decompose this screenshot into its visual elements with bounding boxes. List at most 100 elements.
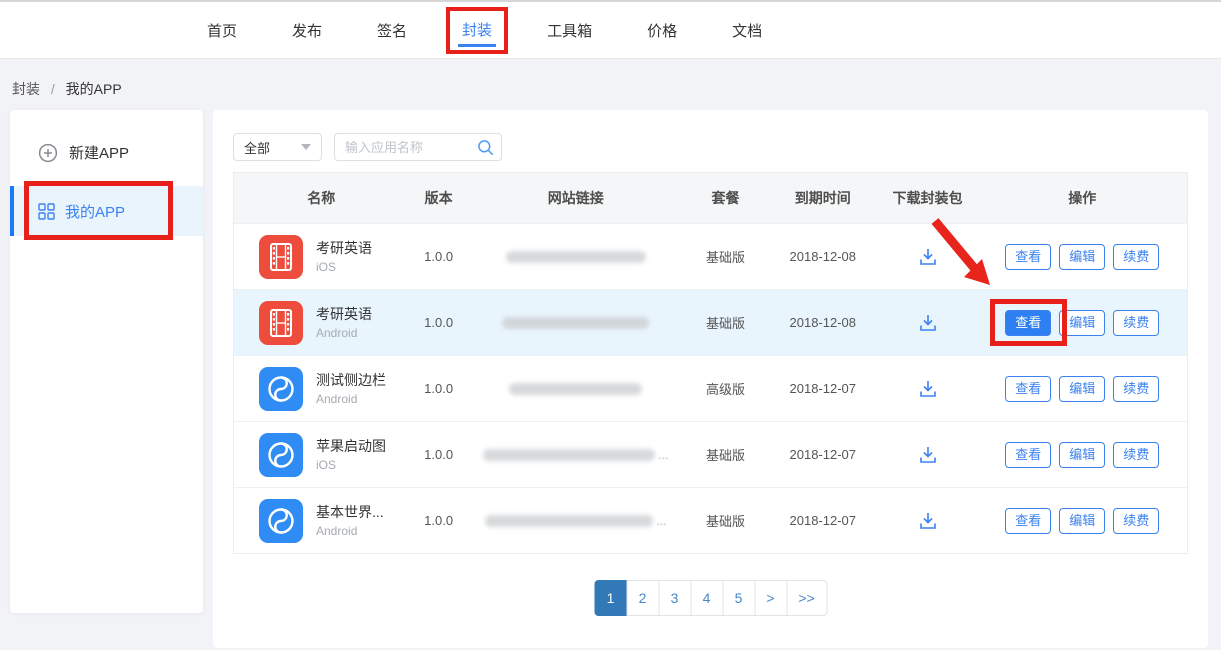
active-tab-underline: [458, 44, 496, 47]
app-name: 考研英语: [316, 306, 372, 323]
app-name: 考研英语: [316, 240, 372, 257]
download-icon[interactable]: [917, 246, 939, 268]
main-nav: 首页 发布 签名 封装 工具箱 价格 文档: [207, 2, 762, 58]
redacted-link: [502, 317, 649, 329]
sidebar-item-my-app[interactable]: 我的APP: [10, 186, 203, 236]
tab-docs[interactable]: 文档: [732, 20, 762, 41]
app-plan: 基础版: [683, 247, 768, 266]
film-app-icon: [259, 235, 303, 279]
download-icon[interactable]: [917, 444, 939, 466]
sidebar-item-new-app[interactable]: 新建APP: [38, 142, 129, 163]
renew-button[interactable]: 续费: [1113, 508, 1159, 534]
view-button[interactable]: 查看: [1005, 376, 1051, 402]
plus-circle-icon: [38, 143, 58, 163]
app-plan: 基础版: [683, 511, 768, 530]
view-button[interactable]: 查看: [1005, 442, 1051, 468]
redacted-link: [485, 515, 653, 527]
redacted-link: [509, 383, 642, 395]
renew-button[interactable]: 续费: [1113, 244, 1159, 270]
pagination: 1 2 3 4 5 > >>: [594, 580, 827, 616]
category-select[interactable]: 全部: [233, 133, 322, 161]
breadcrumb-current: 我的APP: [66, 81, 122, 97]
table-row: 基本世界... Android 1.0.0 ... 基础版 2018-12-07: [234, 487, 1187, 553]
table-row: 考研英语 iOS 1.0.0 基础版 2018-12-08 查看: [234, 223, 1187, 289]
page-button-3[interactable]: 3: [658, 580, 691, 616]
s-logo-app-icon: [259, 499, 303, 543]
top-header: 首页 发布 签名 封装 工具箱 价格 文档: [0, 0, 1221, 59]
app-expire-date: 2018-12-07: [768, 513, 878, 528]
grid-icon: [38, 203, 55, 220]
app-table: 名称 版本 网站链接 套餐 到期时间 下载封装包 操作: [233, 172, 1188, 554]
app-name: 基本世界...: [316, 504, 384, 521]
app-expire-date: 2018-12-08: [768, 315, 878, 330]
app-expire-date: 2018-12-07: [768, 381, 878, 396]
annotation-box-package-tab: 封装: [446, 7, 508, 54]
breadcrumb-separator: /: [51, 81, 55, 97]
app-platform: Android: [316, 524, 384, 538]
page-button-2[interactable]: 2: [626, 580, 659, 616]
col-header-link: 网站链接: [469, 188, 684, 208]
app-plan: 高级版: [683, 379, 768, 398]
main-panel: 全部 名称 版本 网站链接 套餐 到期时间 下载封装包 操作: [213, 110, 1208, 648]
col-header-actions: 操作: [977, 188, 1187, 208]
redacted-link-ellipsis: ...: [656, 514, 666, 528]
page-button-4[interactable]: 4: [690, 580, 723, 616]
col-header-expire: 到期时间: [768, 188, 878, 208]
page-button-5[interactable]: 5: [722, 580, 755, 616]
view-button[interactable]: 查看: [1005, 244, 1051, 270]
filter-bar: 全部: [233, 133, 502, 161]
page-next-button[interactable]: >: [754, 580, 787, 616]
page-button-1[interactable]: 1: [594, 580, 627, 616]
edit-button[interactable]: 编辑: [1059, 244, 1105, 270]
film-app-icon: [259, 301, 303, 345]
tab-home[interactable]: 首页: [207, 20, 237, 41]
col-header-plan: 套餐: [683, 188, 768, 208]
view-button-selected[interactable]: 查看: [1005, 310, 1051, 336]
s-logo-app-icon: [259, 367, 303, 411]
app-version: 1.0.0: [409, 381, 469, 396]
edit-button[interactable]: 编辑: [1059, 508, 1105, 534]
redacted-link: [483, 449, 655, 461]
app-version: 1.0.0: [409, 447, 469, 462]
page-last-button[interactable]: >>: [786, 580, 827, 616]
app-platform: iOS: [316, 458, 386, 472]
renew-button[interactable]: 续费: [1113, 310, 1159, 336]
app-version: 1.0.0: [409, 249, 469, 264]
chevron-down-icon: [301, 144, 311, 150]
tab-price[interactable]: 价格: [647, 20, 677, 41]
download-icon[interactable]: [917, 510, 939, 532]
app-platform: iOS: [316, 260, 372, 274]
edit-button[interactable]: 编辑: [1059, 442, 1105, 468]
app-expire-date: 2018-12-08: [768, 249, 878, 264]
sidebar-my-app-label: 我的APP: [65, 201, 125, 222]
search-icon[interactable]: [477, 139, 494, 156]
tab-package[interactable]: 封装: [462, 19, 492, 40]
edit-button[interactable]: 编辑: [1059, 310, 1105, 336]
view-button[interactable]: 查看: [1005, 508, 1051, 534]
tab-toolbox[interactable]: 工具箱: [547, 20, 592, 41]
table-row-highlighted: 考研英语 Android 1.0.0 基础版 2018-12-08: [234, 289, 1187, 355]
renew-button[interactable]: 续费: [1113, 376, 1159, 402]
app-plan: 基础版: [683, 313, 768, 332]
redacted-link-ellipsis: ...: [658, 448, 668, 462]
download-icon[interactable]: [917, 312, 939, 334]
app-version: 1.0.0: [409, 513, 469, 528]
download-icon[interactable]: [917, 378, 939, 400]
table-header-row: 名称 版本 网站链接 套餐 到期时间 下载封装包 操作: [234, 173, 1187, 223]
redacted-link: [506, 251, 646, 263]
renew-button[interactable]: 续费: [1113, 442, 1159, 468]
col-header-name: 名称: [234, 188, 409, 208]
tab-package-label: 封装: [462, 22, 492, 39]
app-platform: Android: [316, 326, 372, 340]
s-logo-app-icon: [259, 433, 303, 477]
app-version: 1.0.0: [409, 315, 469, 330]
app-name: 测试侧边栏: [316, 372, 386, 389]
breadcrumb-section[interactable]: 封装: [12, 81, 40, 97]
tab-sign[interactable]: 签名: [377, 20, 407, 41]
edit-button[interactable]: 编辑: [1059, 376, 1105, 402]
app-expire-date: 2018-12-07: [768, 447, 878, 462]
sidebar: 新建APP 我的APP: [10, 110, 203, 613]
tab-publish[interactable]: 发布: [292, 20, 322, 41]
search-box: [334, 133, 502, 161]
col-header-version: 版本: [409, 188, 469, 208]
